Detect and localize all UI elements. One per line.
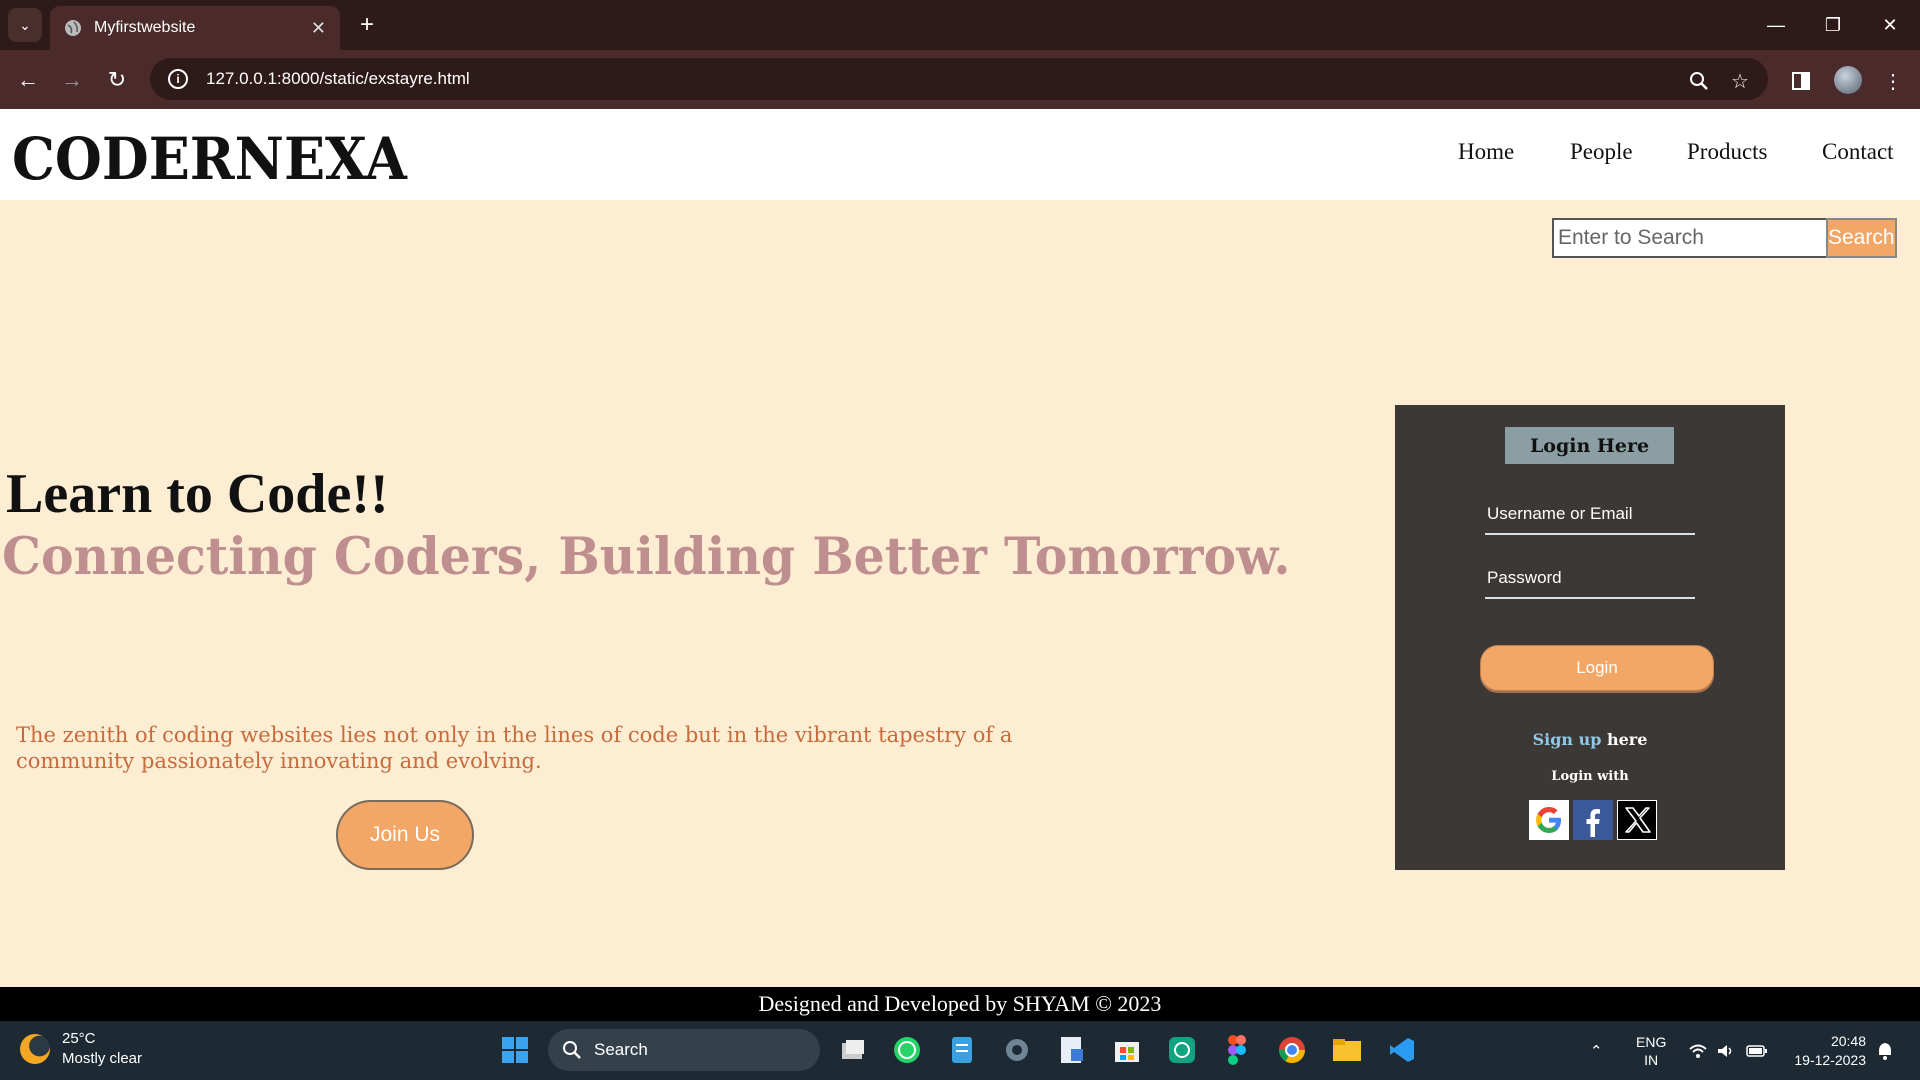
hero-subtitle: Connecting Coders, Building Better Tomor… [2, 527, 1291, 587]
search-icon [563, 1041, 581, 1059]
signup-line: Sign up here [1395, 730, 1785, 749]
password-field[interactable] [1485, 559, 1695, 599]
zoom-icon[interactable] [1686, 68, 1712, 94]
reload-icon[interactable]: ↻ [99, 62, 135, 98]
battery-icon[interactable] [1746, 1021, 1768, 1080]
join-us-button[interactable]: Join Us [336, 800, 474, 870]
nav-people[interactable]: People [1570, 139, 1633, 165]
facebook-icon[interactable] [1573, 800, 1613, 840]
username-field[interactable] [1485, 495, 1695, 535]
bookmark-star-icon[interactable]: ☆ [1727, 68, 1753, 94]
tab-title: Myfirstwebsite [94, 19, 196, 36]
os-taskbar: 25°C Mostly clear Search ⌃ ENG IN 20:48 … [0, 1021, 1920, 1080]
side-panel-icon[interactable] [1788, 68, 1814, 94]
volume-icon[interactable] [1716, 1021, 1734, 1080]
search-button[interactable]: Search [1826, 218, 1897, 258]
chatgpt-icon[interactable] [1165, 1033, 1199, 1067]
weather-condition: Mostly clear [62, 1050, 143, 1067]
x-twitter-icon[interactable] [1617, 800, 1657, 840]
vscode-icon[interactable] [1385, 1033, 1419, 1067]
windows-start-icon[interactable] [498, 1033, 532, 1067]
site-logo[interactable]: CODERNEXA [12, 125, 407, 193]
browser-tab[interactable]: Myfirstwebsite ✕ [50, 6, 340, 50]
profile-avatar[interactable] [1834, 66, 1862, 94]
language-code: ENG [1636, 1033, 1667, 1050]
region-code: IN [1644, 1051, 1659, 1068]
globe-icon [64, 19, 82, 37]
notification-bell-icon[interactable] [1876, 1021, 1894, 1080]
search-input[interactable] [1552, 218, 1828, 258]
hero-title: Learn to Code!! [6, 463, 389, 525]
taskbar-search-label: Search [594, 1040, 648, 1059]
window-close-icon[interactable]: ✕ [1870, 8, 1910, 42]
wifi-icon[interactable] [1688, 1021, 1708, 1080]
url-text: 127.0.0.1:8000/static/exstayre.html [206, 69, 470, 88]
nav-home[interactable]: Home [1458, 139, 1514, 165]
temperature: 25°C [62, 1030, 96, 1047]
file-editor-icon[interactable] [1055, 1033, 1089, 1067]
browser-tabbar: ⌄ Myfirstwebsite ✕ + — ❐ ✕ [0, 0, 1920, 50]
tab-close-icon[interactable]: ✕ [311, 18, 326, 39]
settings-gear-icon[interactable] [1000, 1033, 1034, 1067]
tab-search-menu-icon[interactable]: ⌄ [8, 8, 42, 42]
menu-kebab-icon[interactable]: ⋮ [1880, 68, 1906, 94]
site-info-icon[interactable]: i [168, 69, 188, 89]
clock[interactable]: 20:48 19-12-2023 [1786, 1021, 1866, 1080]
taskbar-search[interactable]: Search [548, 1029, 820, 1071]
weather-widget[interactable]: 25°C Mostly clear [20, 1029, 142, 1069]
login-card: Login Here Login Sign up here Login with [1395, 405, 1785, 870]
clock-date: 19-12-2023 [1794, 1051, 1866, 1068]
microsoft-store-icon[interactable] [1110, 1033, 1144, 1067]
moon-weather-icon [20, 1034, 50, 1064]
site-header: CODERNEXA Home People Products Contact [0, 109, 1920, 200]
google-icon[interactable] [1529, 800, 1569, 840]
site-footer: Designed and Developed by SHYAM © 2023 [0, 987, 1920, 1021]
signup-suffix: here [1601, 730, 1648, 749]
forward-icon[interactable]: → [54, 62, 90, 98]
clock-time: 20:48 [1830, 1032, 1866, 1049]
address-bar[interactable]: i 127.0.0.1:8000/static/exstayre.html [150, 58, 1768, 100]
notepad-icon[interactable] [945, 1033, 979, 1067]
whatsapp-icon[interactable] [890, 1033, 924, 1067]
new-tab-icon[interactable]: + [352, 10, 382, 40]
restore-icon[interactable]: ❐ [1813, 8, 1853, 42]
search-form: Search [1552, 218, 1897, 258]
login-with-label: Login with [1551, 769, 1629, 784]
chrome-icon[interactable] [1275, 1033, 1309, 1067]
nav-contact[interactable]: Contact [1822, 139, 1894, 165]
login-button[interactable]: Login [1480, 645, 1714, 691]
hero-paragraph: The zenith of coding websites lies not o… [16, 723, 1013, 773]
login-heading: Login Here [1505, 427, 1674, 464]
tray-overflow-icon[interactable]: ⌃ [1590, 1021, 1603, 1080]
nav-products[interactable]: Products [1687, 139, 1768, 165]
file-explorer-icon[interactable] [1330, 1033, 1364, 1067]
signup-link[interactable]: Sign up [1533, 730, 1602, 749]
back-icon[interactable]: ← [10, 62, 46, 98]
minimize-icon[interactable]: — [1756, 8, 1796, 42]
language-indicator[interactable]: ENG IN [1636, 1021, 1666, 1080]
browser-toolbar: ← → ↻ i 127.0.0.1:8000/static/exstayre.h… [0, 50, 1920, 109]
figma-icon[interactable] [1220, 1033, 1254, 1067]
task-view-icon[interactable] [836, 1033, 870, 1067]
